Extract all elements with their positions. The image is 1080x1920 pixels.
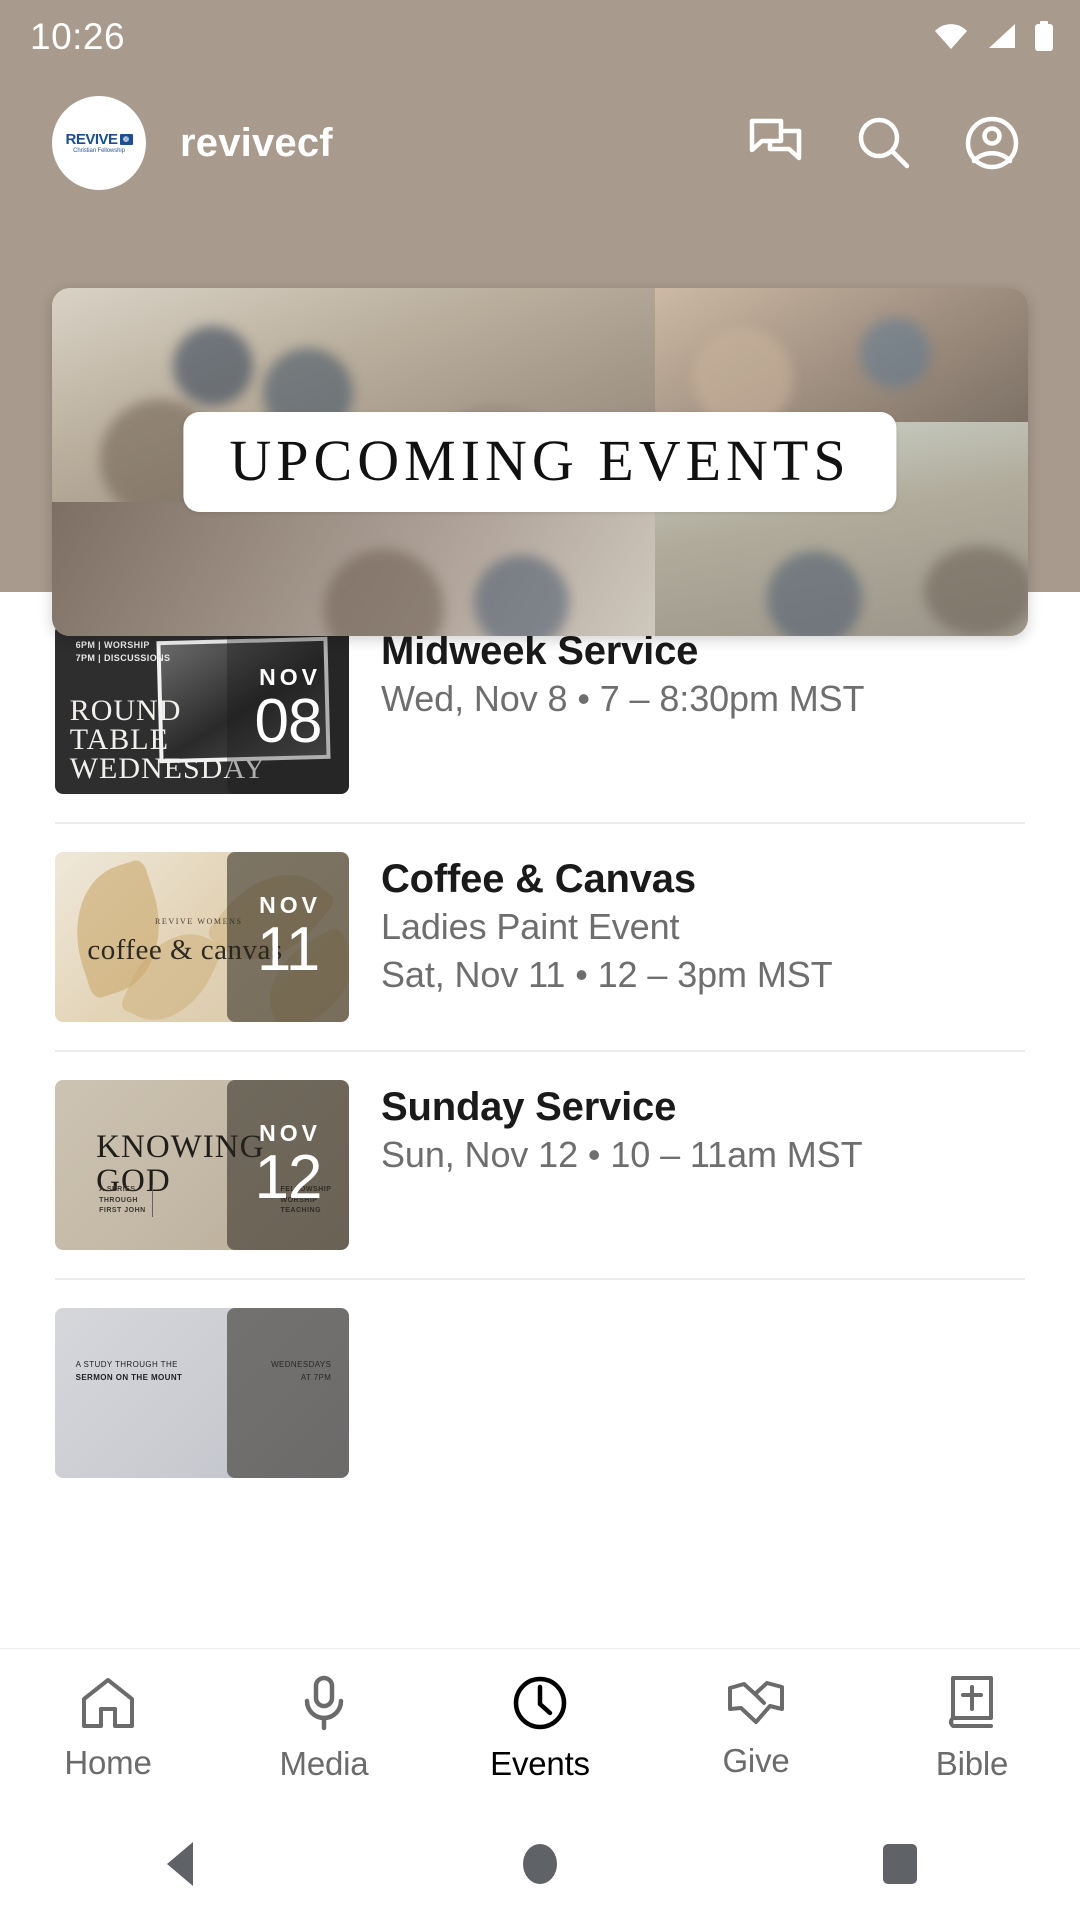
event-title: Coffee & Canvas: [381, 857, 696, 901]
event-date-month: NOV: [259, 1119, 321, 1146]
app-bar: REVIVE ❁ Christian Fellowship revivecf: [0, 88, 1080, 198]
events-list[interactable]: 6PM | WORSHIP 7PM | DISCUSSIONS ROUND TA…: [0, 596, 1080, 1636]
status-bar: 10:26: [0, 0, 1080, 72]
event-datetime: Wed, Nov 8 • 7 – 8:30pm MST: [381, 678, 865, 720]
collage-photo-worship-band: [52, 501, 656, 636]
logo-leaf-icon: ❁: [119, 134, 133, 145]
event-info: Coffee & Canvas Ladies Paint Event Sat, …: [349, 852, 1025, 1000]
chat-icon[interactable]: [722, 89, 830, 197]
event-datetime: Sat, Nov 11 • 12 – 3pm MST: [381, 954, 833, 996]
event-thumbnail: REVIVE WOMENS coffee & canvas NOV 11: [55, 852, 349, 1022]
event-list-item-coffee-and-canvas[interactable]: REVIVE WOMENS coffee & canvas NOV 11 Cof…: [0, 824, 1080, 1022]
banner-title: UPCOMING EVENTS: [229, 428, 851, 493]
tab-bible[interactable]: Bible: [864, 1649, 1080, 1808]
android-back-button[interactable]: [0, 1842, 360, 1886]
event-list-item-sunday-service[interactable]: KNOWING GOD A SERIES THROUGH FIRST JOHN …: [0, 1052, 1080, 1250]
thumb-left-note: A SERIES THROUGH FIRST JOHN: [99, 1185, 153, 1217]
thumb-left-note-small: A STUDY THROUGH THE: [75, 1360, 178, 1369]
thumb-schedule-text: 6PM | WORSHIP 7PM | DISCUSSIONS: [75, 640, 171, 664]
bottom-tab-bar: Home Media Events Give Bible: [0, 1648, 1080, 1808]
event-date-badge: NOV 12: [227, 1080, 349, 1250]
event-date-badge: NOV 08: [227, 624, 349, 794]
search-icon[interactable]: [830, 89, 938, 197]
tab-label: Home: [64, 1743, 152, 1781]
android-recents-button[interactable]: [720, 1844, 1080, 1884]
event-list-item-partial[interactable]: A STUDY THROUGH THE SERMON ON THE MOUNT …: [0, 1280, 1080, 1478]
bible-book-icon: [947, 1675, 997, 1731]
event-thumbnail: KNOWING GOD A SERIES THROUGH FIRST JOHN …: [55, 1080, 349, 1250]
event-datetime: Sun, Nov 12 • 10 – 11am MST: [381, 1134, 863, 1176]
event-subtitle: Ladies Paint Event: [381, 906, 680, 948]
logo-tagline: Christian Fellowship: [73, 148, 125, 154]
thumb-left-note: A STUDY THROUGH THE SERMON ON THE MOUNT: [76, 1359, 183, 1385]
battery-icon: [1034, 21, 1054, 51]
status-icons: [934, 21, 1054, 51]
home-icon: [79, 1676, 137, 1730]
logo-brand-text: REVIVE: [65, 131, 118, 148]
app-title: revivecf: [180, 120, 333, 165]
status-time: 10:26: [30, 15, 126, 57]
tab-label: Events: [490, 1744, 590, 1782]
event-title: Sunday Service: [381, 1085, 677, 1129]
tab-give[interactable]: Give: [648, 1649, 864, 1808]
app-bar-actions: [722, 89, 1046, 197]
event-date-badge: [227, 1308, 349, 1478]
tab-media[interactable]: Media: [216, 1649, 432, 1808]
event-thumbnail: A STUDY THROUGH THE SERMON ON THE MOUNT …: [55, 1308, 349, 1478]
banner-title-pill: UPCOMING EVENTS: [183, 412, 897, 512]
tab-home[interactable]: Home: [0, 1649, 216, 1808]
tab-label: Bible: [935, 1744, 1009, 1782]
event-date-day: 12: [254, 1142, 323, 1212]
event-date-badge: NOV 11: [227, 852, 349, 1022]
upcoming-events-banner[interactable]: UPCOMING EVENTS: [52, 288, 1028, 636]
thumb-left-note-bold: SERMON ON THE MOUNT: [75, 1372, 183, 1382]
event-info: Sunday Service Sun, Nov 12 • 10 – 11am M…: [349, 1080, 1025, 1179]
event-date-month: NOV: [259, 891, 321, 918]
cellular-signal-icon: [986, 23, 1016, 49]
event-date-month: NOV: [259, 663, 321, 690]
event-info: Midweek Service Wed, Nov 8 • 7 – 8:30pm …: [349, 624, 1025, 723]
account-icon[interactable]: [938, 89, 1046, 197]
tab-label: Media: [279, 1744, 369, 1782]
tab-events[interactable]: Events: [432, 1649, 648, 1808]
event-date-day: 11: [256, 914, 320, 984]
event-info: [349, 1308, 1025, 1312]
giving-hands-icon: [726, 1678, 786, 1728]
wifi-icon: [934, 23, 968, 49]
collage-photo-masked-friends: [655, 288, 1028, 423]
event-date-day: 08: [254, 686, 323, 756]
revive-logo-icon: REVIVE ❁: [65, 131, 133, 148]
avatar[interactable]: REVIVE ❁ Christian Fellowship: [52, 96, 146, 190]
microphone-icon: [302, 1675, 346, 1731]
clock-icon: [512, 1675, 568, 1731]
android-navigation-bar: [0, 1808, 1080, 1920]
event-thumbnail: 6PM | WORSHIP 7PM | DISCUSSIONS ROUND TA…: [55, 624, 349, 794]
tab-label: Give: [722, 1741, 790, 1779]
android-home-button[interactable]: [360, 1844, 720, 1884]
